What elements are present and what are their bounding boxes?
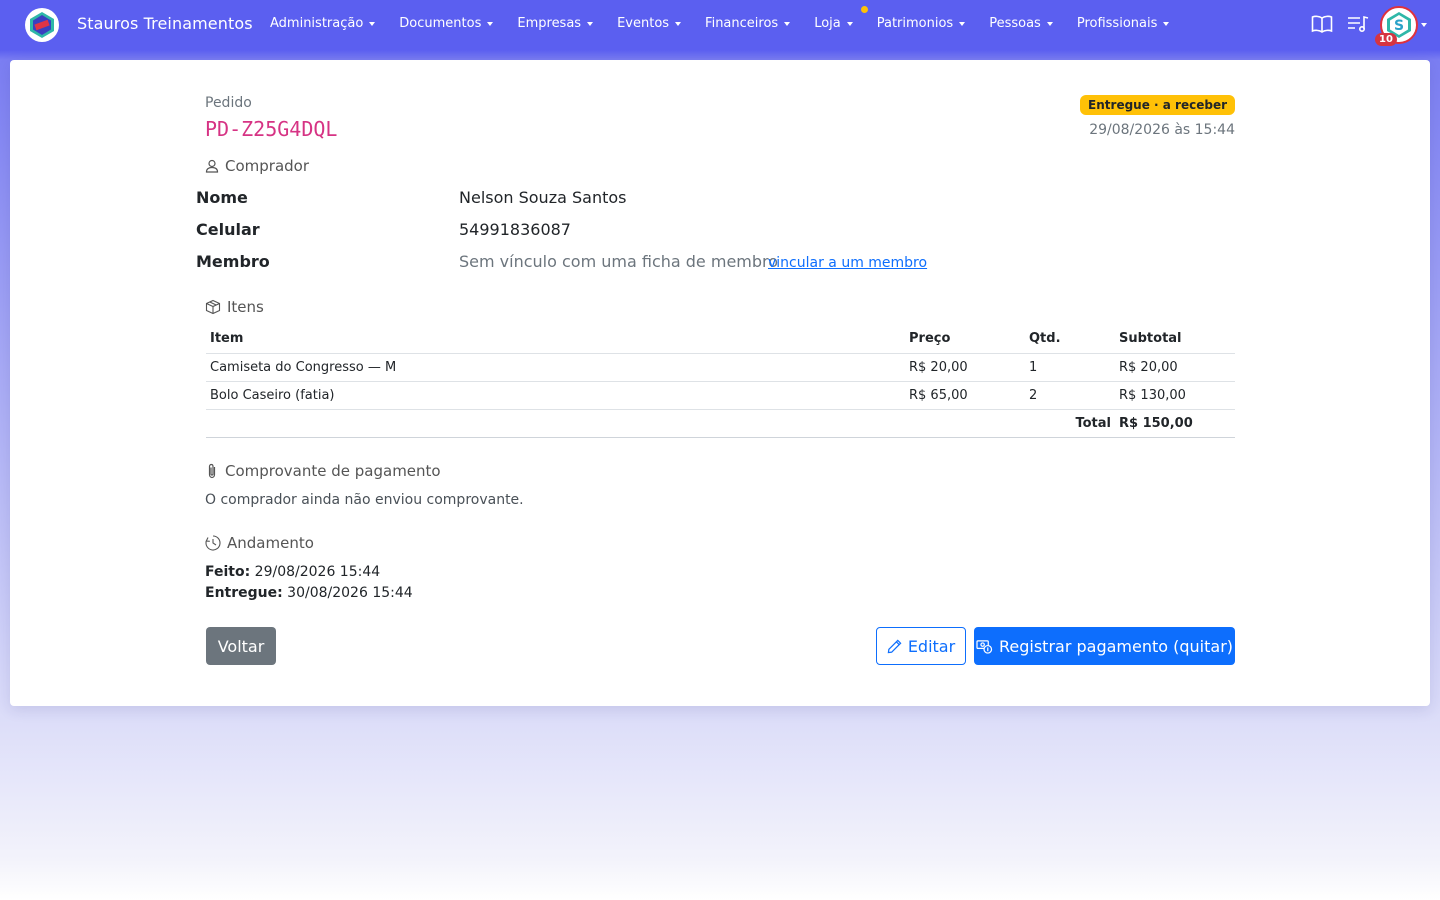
item-subtotal: R$ 130,00 bbox=[1115, 381, 1235, 410]
col-header-price: Preço bbox=[905, 324, 1025, 354]
progress-made: Feito: 29/08/2026 15:44 bbox=[205, 564, 380, 580]
col-header-subtotal: Subtotal bbox=[1115, 324, 1235, 354]
caret-down-icon bbox=[846, 21, 853, 26]
box-icon bbox=[205, 299, 221, 315]
person-icon bbox=[205, 159, 219, 173]
member-label: Membro bbox=[196, 252, 270, 271]
order-card: Pedido PD-Z25G4DQL Entregue · a receber … bbox=[10, 60, 1430, 706]
item-qty: 1 bbox=[1025, 353, 1115, 382]
menu-label: Administração bbox=[270, 16, 364, 31]
caret-down-icon bbox=[587, 21, 594, 26]
notification-dot-icon bbox=[860, 6, 868, 13]
items-section-title: Itens bbox=[205, 298, 264, 316]
menu-label: Loja bbox=[814, 16, 841, 31]
section-title-text: Itens bbox=[227, 298, 264, 316]
register-payment-label: Registrar pagamento (quitar) bbox=[998, 636, 1234, 656]
cash-coin-icon bbox=[976, 639, 993, 654]
buyer-section-title: Comprador bbox=[205, 157, 309, 175]
receipt-section-title: Comprovante de pagamento bbox=[205, 462, 441, 480]
progress-delivered: Entregue: 30/08/2026 15:44 bbox=[205, 585, 413, 601]
receipt-text: O comprador ainda não enviou comprovante… bbox=[205, 492, 524, 508]
made-date: 29/08/2026 15:44 bbox=[254, 564, 381, 580]
total-row: Total R$ 150,00 bbox=[206, 409, 1235, 438]
items-table: Item Preço Qtd. Subtotal Camiseta do Con… bbox=[206, 324, 1235, 438]
item-subtotal: R$ 20,00 bbox=[1115, 353, 1235, 382]
link-member-link[interactable]: vincular a um membro bbox=[768, 255, 927, 271]
menu-loja[interactable]: Loja bbox=[814, 6, 868, 31]
menu-documentos[interactable]: Documentos bbox=[399, 16, 494, 31]
table-row: Bolo Caseiro (fatia) R$ 65,00 2 R$ 130,0… bbox=[206, 381, 1235, 410]
item-price: R$ 20,00 bbox=[905, 353, 1025, 382]
caret-down-icon bbox=[784, 21, 791, 26]
item-name: Bolo Caseiro (fatia) bbox=[206, 381, 905, 410]
svg-text:S: S bbox=[1394, 18, 1404, 34]
menu-label: Patrimonios bbox=[876, 16, 954, 31]
clock-history-icon bbox=[205, 535, 221, 551]
menu-label: Pessoas bbox=[989, 16, 1041, 31]
order-label: Pedido bbox=[205, 95, 252, 111]
notification-count-badge: 10 bbox=[1375, 33, 1397, 46]
back-button[interactable]: Voltar bbox=[206, 627, 276, 665]
progress-section-title: Andamento bbox=[205, 534, 314, 552]
menu-label: Eventos bbox=[617, 16, 670, 31]
col-header-qty: Qtd. bbox=[1025, 324, 1115, 354]
register-payment-button[interactable]: Registrar pagamento (quitar) bbox=[974, 627, 1235, 665]
menu-label: Documentos bbox=[399, 16, 482, 31]
menu-administracao[interactable]: Administração bbox=[270, 16, 376, 31]
item-qty: 2 bbox=[1025, 381, 1115, 410]
order-date: 29/08/2026 às 15:44 bbox=[1089, 122, 1235, 138]
member-value: Sem vínculo com uma ficha de membro bbox=[459, 252, 779, 271]
table-header-row: Item Preço Qtd. Subtotal bbox=[206, 324, 1235, 354]
menu-label: Empresas bbox=[517, 16, 582, 31]
top-navbar: Stauros Treinamentos Administração Docum… bbox=[0, 0, 1440, 50]
table-row: Camiseta do Congresso — M R$ 20,00 1 R$ … bbox=[206, 353, 1235, 382]
brand-logo-icon[interactable] bbox=[25, 8, 59, 42]
caret-down-icon bbox=[487, 21, 494, 26]
playlist-music-icon[interactable] bbox=[1347, 14, 1369, 38]
menu-profissionais[interactable]: Profissionais bbox=[1077, 16, 1170, 31]
order-code: PD-Z25G4DQL bbox=[205, 117, 338, 141]
col-header-item: Item bbox=[206, 324, 905, 354]
menu-pessoas[interactable]: Pessoas bbox=[989, 16, 1053, 31]
total-label: Total bbox=[206, 409, 1115, 438]
menu-label: Financeiros bbox=[705, 16, 779, 31]
phone-label: Celular bbox=[196, 220, 260, 239]
edit-button-label: Editar bbox=[907, 636, 956, 656]
section-title-text: Comprador bbox=[225, 157, 310, 175]
caret-down-icon bbox=[1163, 21, 1170, 26]
caret-down-icon bbox=[369, 21, 376, 26]
book-icon[interactable] bbox=[1311, 14, 1333, 38]
menu-empresas[interactable]: Empresas bbox=[517, 16, 594, 31]
edit-button[interactable]: Editar bbox=[876, 627, 966, 665]
caret-down-icon bbox=[959, 21, 966, 26]
total-value: R$ 150,00 bbox=[1115, 409, 1235, 438]
menu-eventos[interactable]: Eventos bbox=[617, 16, 682, 31]
brand-title[interactable]: Stauros Treinamentos bbox=[77, 14, 253, 33]
made-label: Feito: bbox=[205, 564, 251, 580]
section-title-text: Andamento bbox=[227, 534, 314, 552]
menu-patrimonios[interactable]: Patrimonios bbox=[876, 16, 966, 31]
caret-down-icon bbox=[1046, 21, 1053, 26]
item-name: Camiseta do Congresso — M bbox=[206, 353, 905, 382]
item-price: R$ 65,00 bbox=[905, 381, 1025, 410]
menu-financeiros[interactable]: Financeiros bbox=[705, 16, 791, 31]
paperclip-icon bbox=[208, 463, 216, 479]
menu-label: Profissionais bbox=[1076, 16, 1158, 31]
buyer-name: Nelson Souza Santos bbox=[459, 188, 627, 207]
name-label: Nome bbox=[196, 188, 248, 207]
status-badge: Entregue · a receber bbox=[1080, 95, 1235, 115]
delivered-date: 30/08/2026 15:44 bbox=[287, 585, 413, 601]
caret-down-icon[interactable] bbox=[1421, 23, 1427, 27]
pencil-icon bbox=[887, 639, 902, 653]
section-title-text: Comprovante de pagamento bbox=[225, 462, 441, 480]
buyer-phone: 54991836087 bbox=[459, 220, 571, 239]
delivered-label: Entregue: bbox=[205, 585, 283, 601]
main-menu: Administração Documentos Empresas Evento… bbox=[270, 6, 1170, 31]
caret-down-icon bbox=[675, 21, 682, 26]
